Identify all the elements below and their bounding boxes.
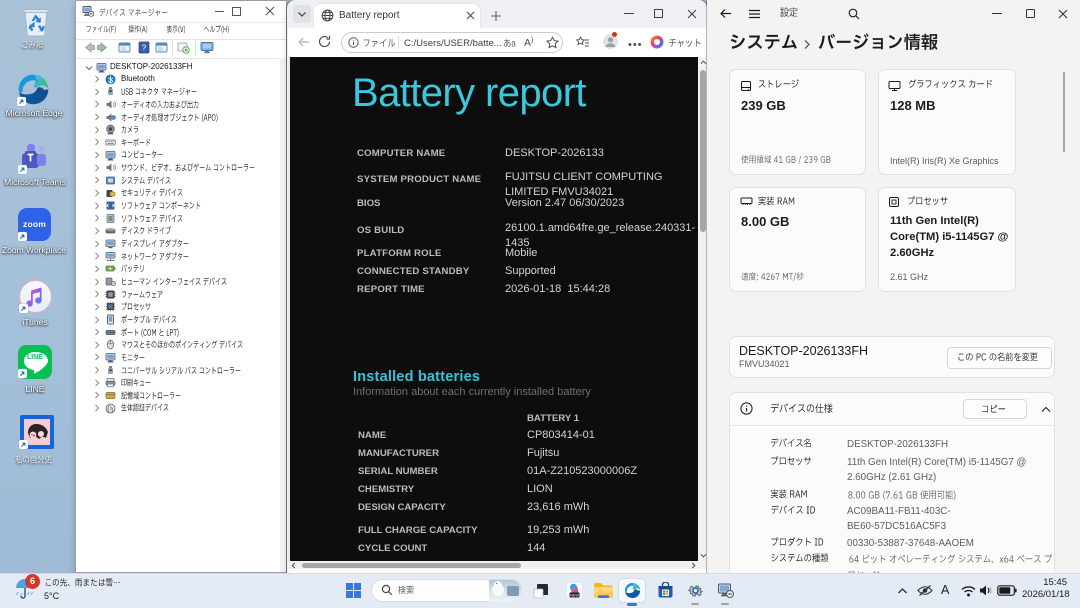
svg-text:NEW: NEW: [570, 593, 579, 597]
svg-text:?: ?: [142, 44, 147, 53]
